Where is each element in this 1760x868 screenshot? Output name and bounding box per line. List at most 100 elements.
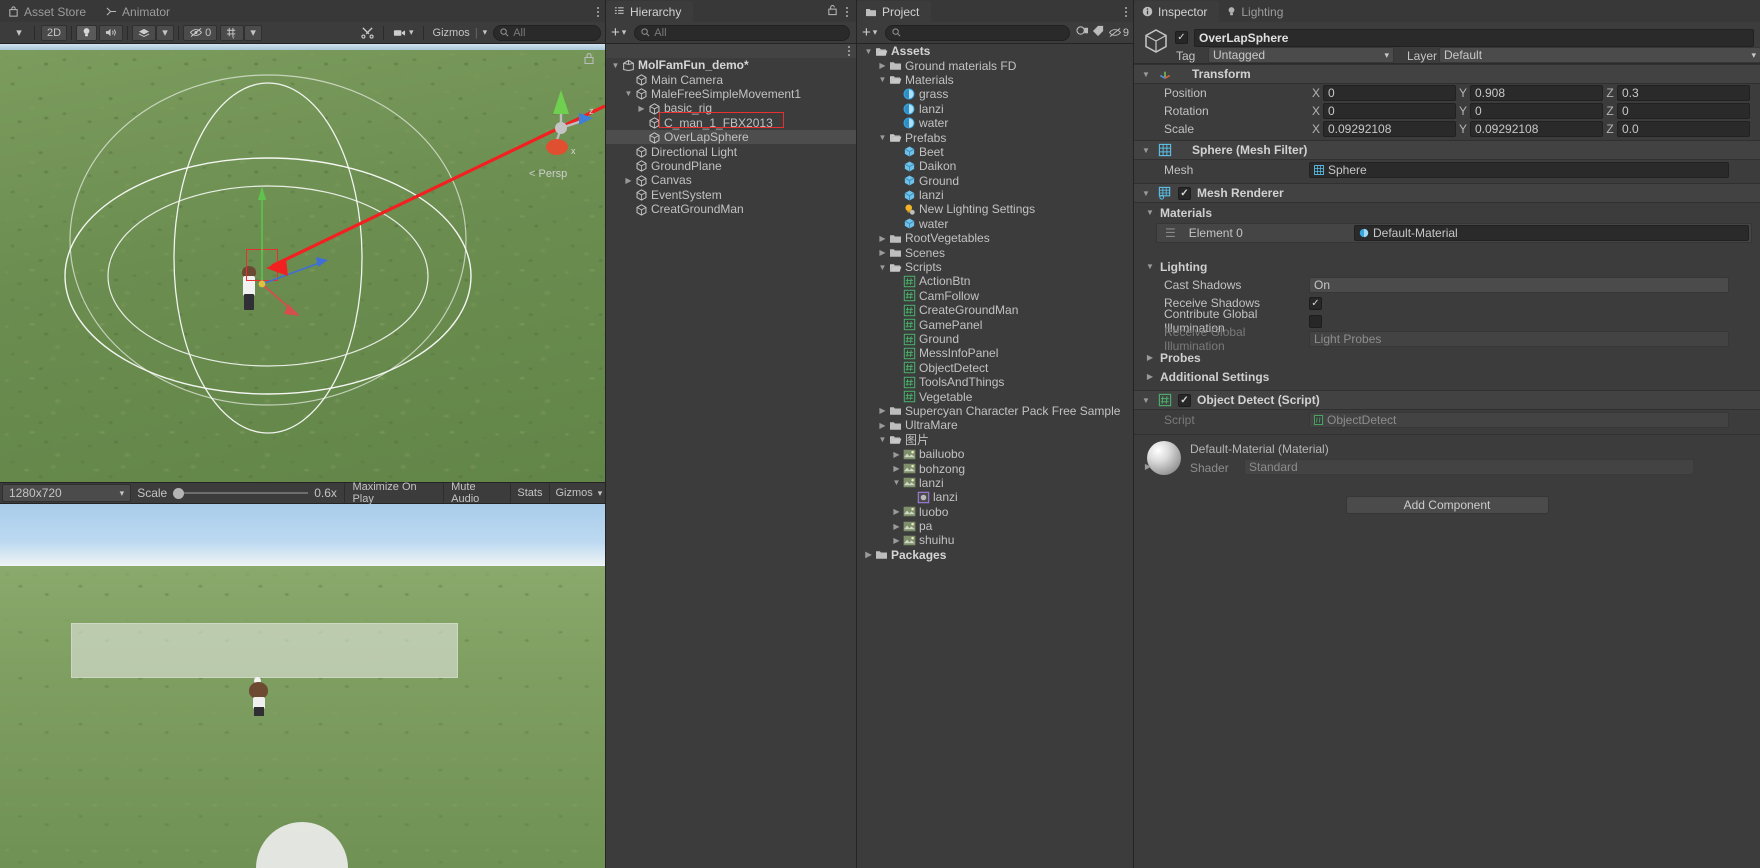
hierarchy-row-directional-light[interactable]: Directional Light: [606, 144, 856, 159]
scene-view-lock-icon[interactable]: [583, 52, 595, 68]
tab-project[interactable]: Project: [857, 1, 932, 22]
project-row-toolsandthings[interactable]: ToolsAndThings: [857, 375, 1133, 389]
scene-fx-toggle[interactable]: [132, 24, 157, 41]
transform-position-x-input[interactable]: 0: [1323, 85, 1456, 101]
scene-gizmos-button[interactable]: Gizmos | ▾: [428, 25, 490, 41]
hierarchy-row-c-man-1-fbx2013[interactable]: C_man_1_FBX2013: [606, 116, 856, 130]
project-row-actionbtn[interactable]: ActionBtn: [857, 274, 1133, 288]
scene-audio-toggle[interactable]: [99, 24, 124, 41]
scene-tools-button[interactable]: [356, 25, 379, 41]
mesh-filter-foldout-arrow[interactable]: ▼: [1140, 146, 1152, 155]
scene-grid-toggle[interactable]: y: [220, 24, 245, 41]
project-row-supercyan-character-pack-free-sample[interactable]: ▶ Supercyan Character Pack Free Sample: [857, 404, 1133, 418]
transform-foldout-arrow[interactable]: ▼: [1140, 70, 1152, 79]
scene-lighting-toggle[interactable]: [76, 24, 98, 41]
hierarchy-tree[interactable]: ▼ MolFamFun_demo* Main Camera ▼ MaleFreeSimp…: [606, 44, 856, 868]
script-enabled-checkbox[interactable]: ✓: [1178, 393, 1191, 407]
project-row-beet[interactable]: Beet: [857, 145, 1133, 159]
hierarchy-row-canvas[interactable]: ▶ Canvas: [606, 173, 856, 187]
tab-asset-store[interactable]: Asset Store: [0, 1, 99, 22]
project-foldout-arrow[interactable]: ▶: [863, 550, 874, 559]
hierarchy-row-overlapsphere[interactable]: OverLapSphere: [606, 129, 856, 145]
hierarchy-lock-icon[interactable]: [827, 4, 838, 19]
project-foldout-arrow[interactable]: ▶: [891, 507, 902, 516]
transform-rotation-y-input[interactable]: 0: [1470, 103, 1603, 119]
material-object-field[interactable]: Default-Material: [1354, 225, 1749, 241]
transform-component-header[interactable]: ▼ Transform: [1134, 64, 1760, 84]
maximize-on-play-button[interactable]: Maximize On Play: [344, 481, 445, 505]
script-component-header[interactable]: ▼ ✓ Object Detect (Script): [1134, 390, 1760, 410]
project-add-button[interactable]: + ▾: [857, 25, 877, 40]
layer-dropdown[interactable]: Default ▾: [1439, 47, 1760, 63]
hierarchy-row-eventsystem[interactable]: EventSystem: [606, 188, 856, 202]
scene-grid-dropdown[interactable]: ▾: [244, 24, 263, 41]
hierarchy-row-malefreesimplemovement1[interactable]: ▼ MaleFreeSimpleMovement1: [606, 87, 856, 101]
scene-search-input[interactable]: All: [493, 24, 602, 41]
materials-foldout-row[interactable]: ▼ Materials: [1134, 203, 1760, 222]
project-row-ground[interactable]: Ground: [857, 332, 1133, 346]
project-foldout-arrow[interactable]: ▼: [891, 478, 902, 487]
project-row-packages[interactable]: ▶ Packages: [857, 548, 1133, 562]
hierarchy-row-main-camera[interactable]: Main Camera: [606, 72, 856, 87]
drag-handle-icon[interactable]: ☰: [1165, 226, 1176, 240]
materials-foldout-arrow[interactable]: ▼: [1144, 208, 1156, 217]
project-row-luobo[interactable]: ▶ luobo: [857, 505, 1133, 519]
project-filter-label-icon[interactable]: [1092, 25, 1105, 40]
mesh-renderer-foldout-arrow[interactable]: ▼: [1140, 189, 1152, 198]
transform-rotation-z-input[interactable]: 0: [1617, 103, 1750, 119]
cast-shadows-dropdown[interactable]: On: [1309, 277, 1729, 293]
project-foldout-arrow[interactable]: ▼: [877, 435, 888, 444]
hierarchy-scene-menu-button[interactable]: [842, 46, 856, 56]
hierarchy-row-molfamfun-demo[interactable]: ▼ MolFamFun_demo*: [606, 58, 856, 72]
project-row-lanzi[interactable]: ▼ lanzi: [857, 476, 1133, 490]
hierarchy-row-creatgroundman[interactable]: CreatGroundMan: [606, 202, 856, 216]
project-row-scripts[interactable]: ▼ Scripts: [857, 260, 1133, 274]
tag-dropdown[interactable]: Untagged ▾: [1208, 47, 1394, 63]
additional-settings-foldout-row[interactable]: ▶ Additional Settings: [1134, 367, 1760, 386]
mesh-renderer-enabled-checkbox[interactable]: ✓: [1178, 186, 1191, 200]
project-filter-type-icon[interactable]: [1076, 25, 1089, 40]
project-foldout-arrow[interactable]: ▼: [863, 47, 874, 56]
tab-lighting[interactable]: Lighting: [1219, 1, 1296, 22]
material-element-row[interactable]: ☰ Element 0 Default-Material: [1156, 223, 1752, 243]
game-scale-slider[interactable]: Scale 0.6x: [137, 486, 337, 500]
tab-hierarchy[interactable]: Hierarchy: [606, 1, 694, 22]
scene-fx-dropdown[interactable]: ▾: [156, 24, 175, 41]
hierarchy-row-basic-rig[interactable]: ▶ basic_rig: [606, 101, 856, 115]
project-row-[interactable]: ▼ 图片: [857, 433, 1133, 447]
project-row-new-lighting-settings[interactable]: New Lighting Settings: [857, 202, 1133, 216]
hierarchy-foldout-arrow[interactable]: ▶: [636, 104, 647, 113]
project-row-materials[interactable]: ▼ Materials: [857, 73, 1133, 87]
mesh-renderer-component-header[interactable]: ▼ ✓ Mesh Renderer: [1134, 183, 1760, 203]
project-row-assets[interactable]: ▼ Assets: [857, 44, 1133, 58]
transform-scale-y-input[interactable]: 0.09292108: [1470, 121, 1603, 137]
project-foldout-arrow[interactable]: ▶: [877, 248, 888, 257]
project-foldout-arrow[interactable]: ▶: [877, 61, 888, 70]
transform-scale-x-input[interactable]: 0.09292108: [1323, 121, 1456, 137]
project-row-bohzong[interactable]: ▶ bohzong: [857, 461, 1133, 476]
project-row-daikon[interactable]: Daikon: [857, 159, 1133, 173]
hierarchy-search-input[interactable]: All: [634, 24, 850, 41]
game-resolution-dropdown[interactable]: 1280x720 ▾: [2, 484, 132, 502]
hierarchy-menu-button[interactable]: [840, 6, 854, 17]
project-row-prefabs[interactable]: ▼ Prefabs: [857, 130, 1133, 145]
object-name-input[interactable]: OverLapSphere: [1194, 29, 1754, 47]
tab-animator[interactable]: Animator: [98, 1, 183, 22]
add-component-button[interactable]: Add Component: [1345, 496, 1549, 514]
hierarchy-foldout-arrow[interactable]: ▼: [610, 61, 621, 70]
mute-audio-button[interactable]: Mute Audio: [444, 481, 512, 505]
mesh-object-field[interactable]: Sphere: [1309, 162, 1729, 178]
hierarchy-foldout-arrow[interactable]: ▼: [623, 89, 634, 98]
scene-perspective-label[interactable]: < Persp: [529, 168, 567, 180]
project-foldout-arrow[interactable]: ▼: [877, 133, 888, 142]
project-row-lanzi[interactable]: lanzi: [857, 102, 1133, 116]
project-row-gamepanel[interactable]: GamePanel: [857, 317, 1133, 332]
mesh-filter-component-header[interactable]: ▼ Sphere (Mesh Filter): [1134, 140, 1760, 160]
tab-inspector[interactable]: Inspector: [1134, 1, 1220, 22]
project-foldout-arrow[interactable]: ▶: [877, 406, 888, 415]
project-row-ultramare[interactable]: ▶ UltraMare: [857, 418, 1133, 432]
scene-view[interactable]: z x < Persp: [0, 44, 605, 482]
project-row-water[interactable]: water: [857, 217, 1133, 231]
project-row-ground-materials-fd[interactable]: ▶ Ground materials FD: [857, 58, 1133, 73]
object-enabled-checkbox[interactable]: ✓: [1175, 31, 1188, 44]
